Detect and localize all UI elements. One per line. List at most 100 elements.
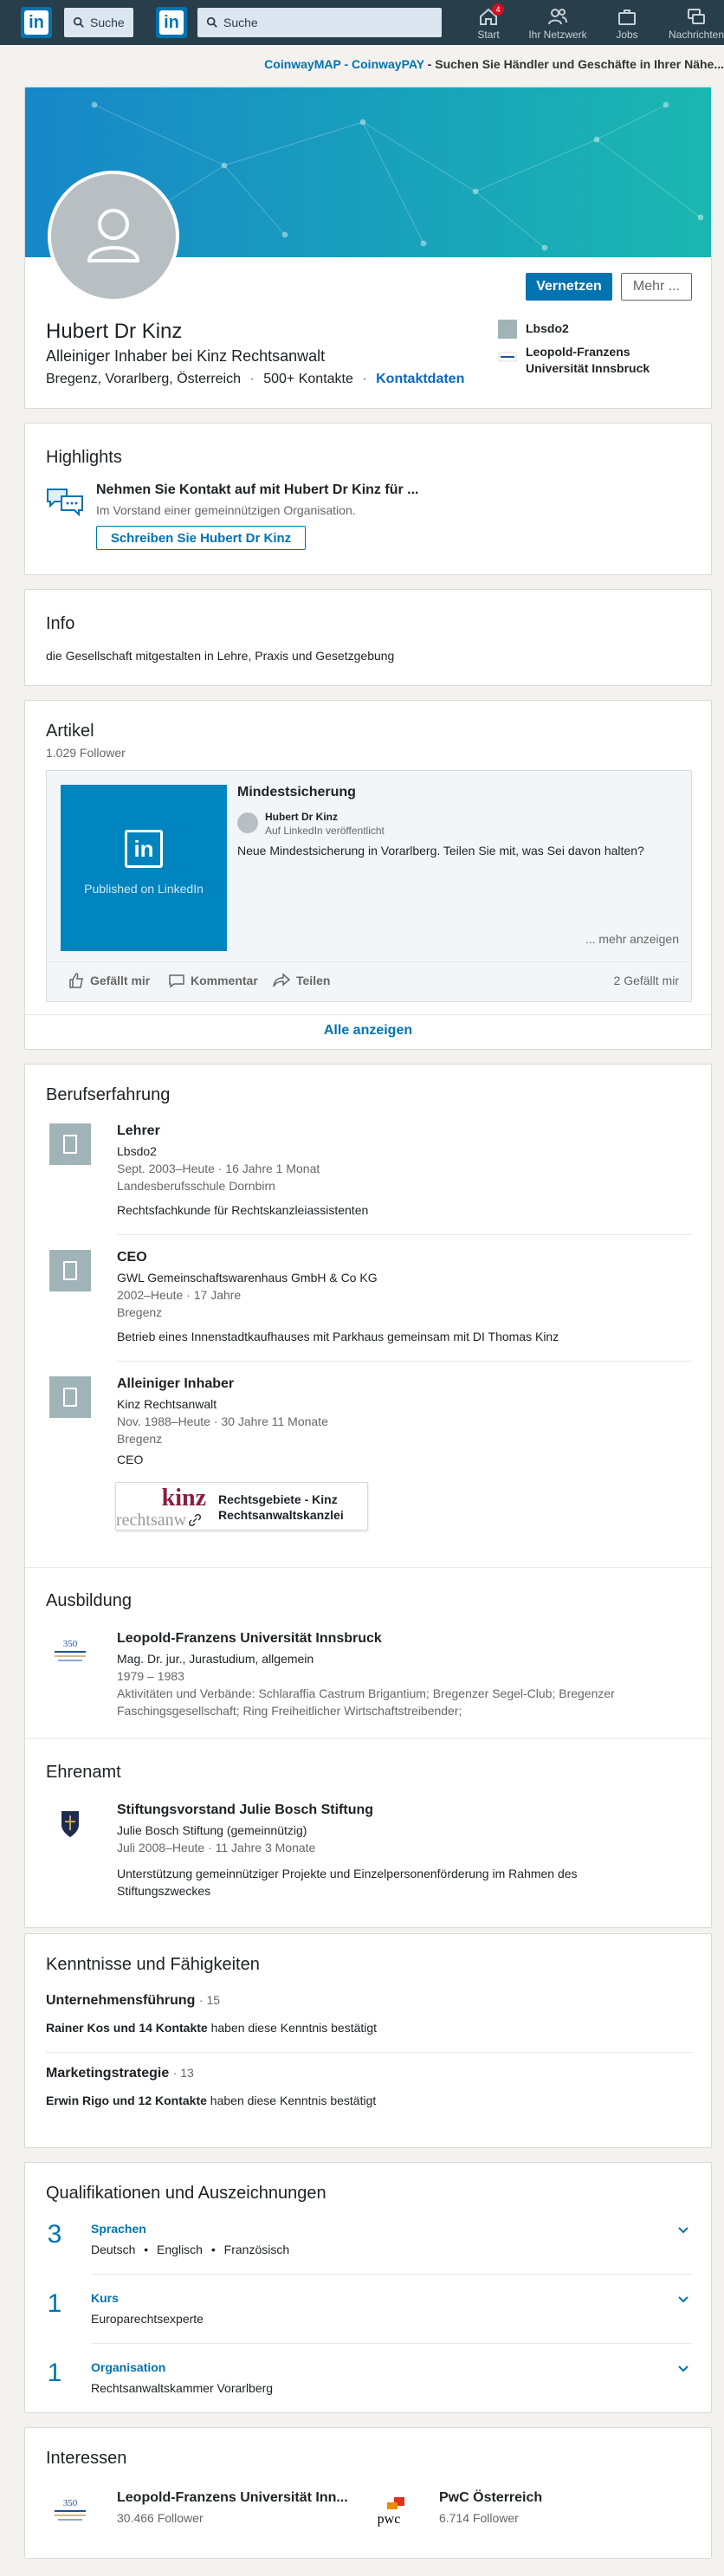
skill-item[interactable]: Marketingstrategie · 13 — [46, 2066, 194, 2081]
position-period: Nov. 1988–Heute · 30 Jahre 11 Monate — [117, 1414, 328, 1428]
accomplishment-label[interactable]: Kurs — [91, 2291, 119, 2305]
current-company[interactable]: Lbsdo2 — [526, 321, 569, 335]
like-button[interactable]: Gefällt mir — [68, 972, 150, 989]
position-description: CEO — [117, 1453, 144, 1466]
linkedin-logo-icon[interactable]: in — [21, 7, 52, 38]
message-button[interactable]: Schreiben Sie Hubert Dr Kinz — [96, 526, 306, 550]
university-logo-icon[interactable]: 350 — [49, 1631, 91, 1673]
author-avatar — [237, 812, 258, 833]
nav-label: Ihr Netzwerk — [528, 29, 587, 41]
nav-jobs[interactable]: Jobs — [592, 5, 662, 41]
nav-network[interactable]: Ihr Netzwerk — [523, 5, 592, 41]
connect-button[interactable]: Vernetzen — [526, 273, 612, 301]
activities-line: Faschingsgesellschaft; Ring Freiheitlich… — [117, 1704, 462, 1718]
university-logo-text: 350 — [63, 1639, 78, 1649]
language-value: Englisch — [157, 2243, 203, 2256]
search-input-small[interactable]: Suche — [64, 8, 133, 37]
volunteer-role[interactable]: Stiftungsvorstand Julie Bosch Stiftung — [117, 1803, 373, 1818]
position-title[interactable]: CEO — [117, 1250, 147, 1265]
position-company: GWL Gemeinschaftswarenhaus GmbH & Co KG — [117, 1271, 378, 1285]
position-title[interactable]: Alleiniger Inhaber — [117, 1376, 234, 1392]
nav-label: Nachrichten — [668, 29, 724, 41]
skill-name: Marketingstrategie — [46, 2066, 170, 2081]
university-logo-icon — [498, 347, 517, 366]
position-company: Kinz Rechtsanwalt — [117, 1397, 217, 1411]
nav-messages[interactable]: Nachrichten — [662, 5, 724, 41]
school-name[interactable]: Leopold-Franzens Universität Innsbruck — [117, 1631, 382, 1647]
education-line: Leopold-Franzens — [526, 345, 630, 359]
network-icon — [548, 9, 567, 25]
pwc-logo-icon[interactable]: pwc — [372, 2490, 413, 2532]
accomplishment-label[interactable]: Sprachen — [91, 2222, 146, 2236]
position-company: Lbsdo2 — [117, 1144, 157, 1158]
activities-line: Aktivitäten und Verbände: Schlaraffia Ca… — [117, 1686, 615, 1700]
position-description: Betrieb eines Innenstadtkaufhauses mit P… — [117, 1330, 559, 1343]
article-thumbnail[interactable]: in Published on LinkedIn — [61, 785, 227, 951]
endorsers-suffix: haben diese Kenntnis bestätigt — [206, 2094, 377, 2107]
interest-name[interactable]: PwC Österreich — [439, 2490, 542, 2506]
education-years: 1979 – 1983 — [117, 1669, 184, 1683]
search-input[interactable]: Suche — [197, 8, 442, 37]
media-attachment[interactable]: kinz rechtsanw Rechtsgebiete - Kinz Rech… — [115, 1482, 368, 1531]
connections-count[interactable]: 500+ Kontakte — [263, 372, 353, 386]
accomplishment-values: Deutsch • Englisch • Französisch — [91, 2243, 289, 2256]
article-title[interactable]: Mindestsicherung — [237, 785, 356, 800]
nav-start[interactable]: 4 Start — [454, 3, 523, 41]
company-logo-icon[interactable] — [49, 1123, 91, 1165]
avatar[interactable] — [48, 171, 179, 302]
contact-info-link[interactable]: Kontaktdaten — [376, 372, 464, 386]
share-button[interactable]: Teilen — [272, 972, 330, 989]
highlight-sub: Im Vorstand einer gemeinnützigen Organis… — [96, 503, 356, 517]
education-summary[interactable]: Leopold-Franzens Universität Innsbruck — [526, 344, 650, 377]
position-title[interactable]: Lehrer — [117, 1123, 160, 1139]
divider — [25, 1014, 711, 1015]
section-title: Ausbildung — [46, 1591, 132, 1610]
divider — [25, 1567, 711, 1568]
promo-banner[interactable]: CoinwayMAP - CoinwayPAY - Suchen Sie Hän… — [0, 49, 724, 80]
divider — [46, 2052, 692, 2053]
thumbs-up-icon — [69, 973, 83, 988]
media-title-line: Rechtsgebiete - Kinz — [218, 1492, 338, 1506]
separator-dot: · — [362, 372, 367, 386]
show-all-articles-link[interactable]: Alle anzeigen — [25, 1023, 711, 1039]
kinz-logo: kinz rechtsanw — [116, 1483, 210, 1530]
more-button[interactable]: Mehr ... — [621, 273, 692, 301]
chevron-down-icon[interactable] — [676, 2293, 690, 2307]
published-on-linkedin: Published on LinkedIn — [84, 882, 204, 896]
article-item[interactable]: in Published on LinkedIn Mindestsicherun… — [46, 770, 692, 1002]
bullet: • — [210, 2243, 216, 2256]
share-icon — [273, 973, 291, 987]
comment-button[interactable]: Kommentar — [168, 972, 258, 989]
position-description: Rechtsfachkunde für Rechtskanzleiassiste… — [117, 1203, 369, 1217]
interest-followers: 6.714 Follower — [439, 2511, 519, 2525]
skill-name: Unternehmensführung — [46, 1993, 196, 2008]
show-more-link[interactable]: ... mehr anzeigen — [585, 932, 679, 946]
foundation-logo-icon[interactable] — [49, 1803, 91, 1844]
accomplishment-value: Rechtsanwaltskammer Vorarlberg — [91, 2381, 274, 2395]
nav-label: Jobs — [616, 29, 638, 41]
position-period: 2002–Heute · 17 Jahre — [117, 1288, 242, 1302]
share-label: Teilen — [296, 974, 331, 987]
notification-badge: 4 — [492, 3, 504, 16]
linkedin-icon: in — [125, 830, 163, 868]
linkedin-logo-icon[interactable]: in — [156, 7, 187, 38]
interest-name[interactable]: Leopold-Franzens Universität Inn... — [117, 2490, 348, 2506]
company-logo-icon[interactable] — [49, 1250, 91, 1291]
chevron-down-icon[interactable] — [676, 2362, 690, 2376]
promo-link[interactable]: CoinwayMAP - CoinwayPAY — [264, 57, 424, 71]
skill-endorsers[interactable]: Rainer Kos und 14 Kontakte haben diese K… — [46, 2021, 377, 2035]
profile-name: Hubert Dr Kinz — [46, 320, 183, 343]
accomplishment-label[interactable]: Organisation — [91, 2360, 165, 2374]
position-location: Bregenz — [117, 1432, 163, 1446]
divider — [91, 2274, 692, 2275]
media-title-line: Rechtsanwaltskanzlei — [218, 1508, 344, 1522]
skill-item[interactable]: Unternehmensführung · 15 — [46, 1993, 220, 2009]
skill-endorsers[interactable]: Erwin Rigo und 12 Kontakte haben diese K… — [46, 2094, 376, 2107]
chevron-down-icon[interactable] — [676, 2223, 690, 2237]
profile-location-line: Bregenz, Vorarlberg, Österreich · 500+ K… — [46, 372, 464, 387]
article-author[interactable]: Hubert Dr Kinz — [265, 811, 338, 823]
university-logo-icon[interactable]: 350 — [49, 2490, 91, 2532]
articles-card: Artikel 1.029 Follower in Published on L… — [24, 700, 712, 1050]
likes-count[interactable]: 2 Gefällt mir — [614, 974, 679, 987]
company-logo-icon[interactable] — [49, 1376, 91, 1418]
